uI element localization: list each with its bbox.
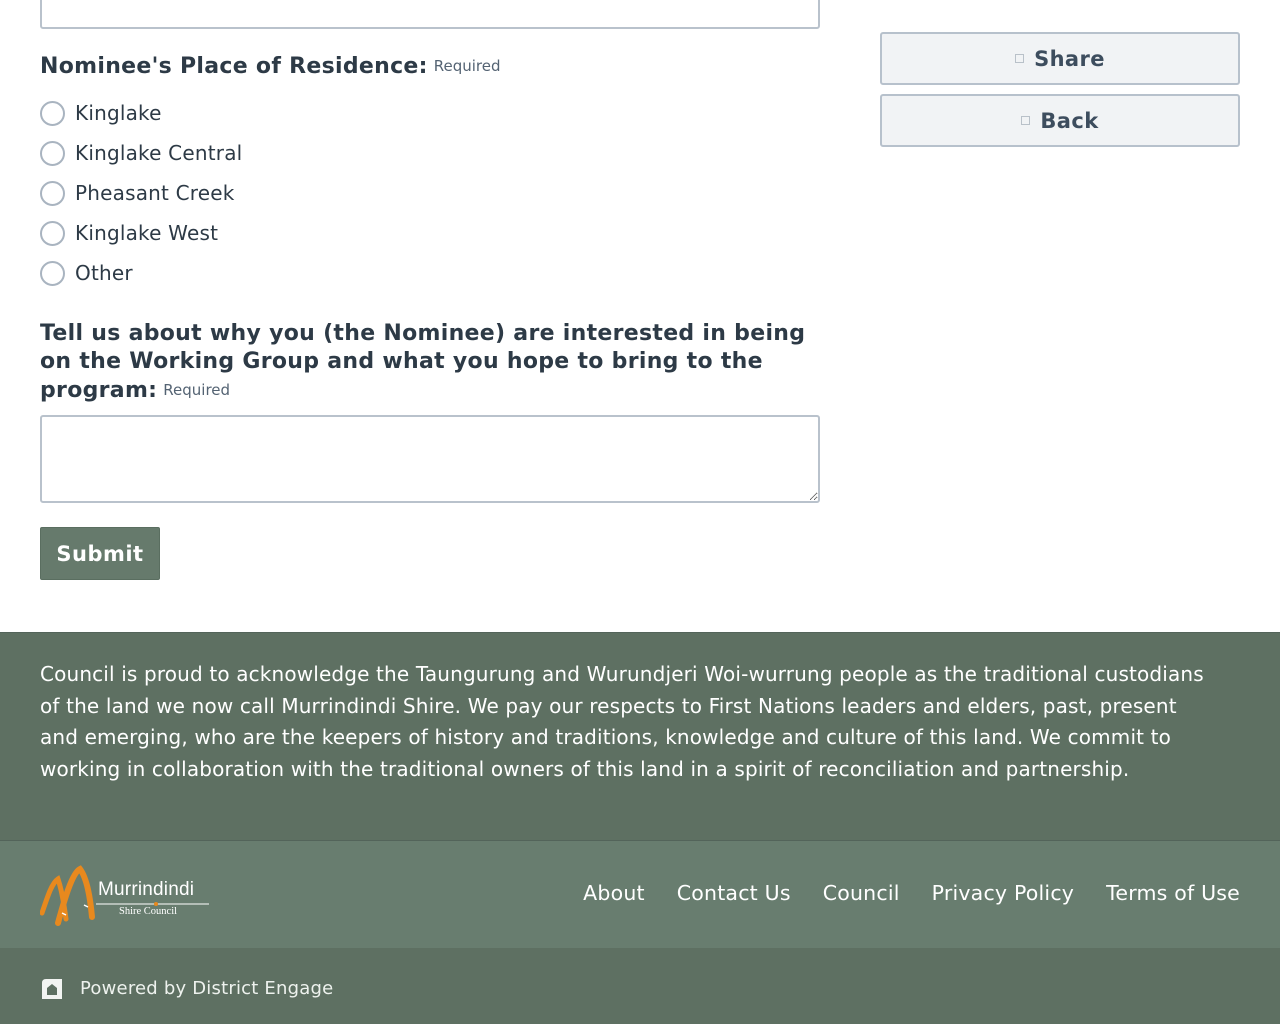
interest-question-text: Tell us about why you (the Nominee) are … bbox=[40, 321, 806, 403]
radio-label: Other bbox=[75, 261, 133, 285]
radio-option-kinglake-central[interactable]: Kinglake Central bbox=[40, 133, 820, 173]
powered-by-bar: Powered by District Engage bbox=[0, 948, 1280, 1024]
footer-link-council[interactable]: Council bbox=[823, 881, 900, 905]
district-engage-icon[interactable] bbox=[40, 977, 64, 1001]
footer-link-about[interactable]: About bbox=[583, 881, 645, 905]
back-label: Back bbox=[1040, 108, 1099, 133]
share-icon bbox=[1015, 54, 1025, 63]
back-icon bbox=[1021, 116, 1031, 125]
council-logo-mark bbox=[39, 865, 95, 926]
radio-label: Kinglake West bbox=[75, 221, 219, 245]
back-button[interactable]: Back bbox=[880, 94, 1240, 147]
radio-button[interactable] bbox=[40, 140, 65, 166]
radio-label: Kinglake Central bbox=[75, 141, 243, 165]
radio-option-other[interactable]: Other bbox=[40, 253, 820, 293]
interest-textarea[interactable] bbox=[40, 415, 820, 503]
footer-link-terms-of-use[interactable]: Terms of Use bbox=[1106, 881, 1240, 905]
required-indicator: Required bbox=[433, 57, 501, 75]
radio-button[interactable] bbox=[40, 180, 65, 206]
council-logo[interactable]: Murrindindi Shire Council bbox=[39, 865, 210, 927]
radio-button[interactable] bbox=[40, 260, 65, 286]
share-button[interactable]: Share bbox=[880, 32, 1240, 85]
footer-links: About Contact Us Council Privacy Policy … bbox=[583, 881, 1240, 905]
footer-nav: Murrindindi Shire Council About Contact … bbox=[0, 840, 1280, 948]
footer-link-privacy-policy[interactable]: Privacy Policy bbox=[932, 881, 1075, 905]
nomination-form: Nominee's Place of Residence: Required Ki… bbox=[40, 52, 820, 580]
acknowledgement-text: Council is proud to acknowledge the Taun… bbox=[40, 662, 1204, 781]
radio-label: Pheasant Creek bbox=[75, 181, 235, 205]
radio-option-pheasant-creek[interactable]: Pheasant Creek bbox=[40, 173, 820, 213]
previous-text-field[interactable] bbox=[40, 0, 820, 29]
share-label: Share bbox=[1034, 46, 1105, 71]
interest-question: Tell us about why you (the Nominee) are … bbox=[40, 320, 820, 405]
required-indicator: Required bbox=[163, 381, 231, 399]
radio-option-kinglake-west[interactable]: Kinglake West bbox=[40, 213, 820, 253]
radio-button[interactable] bbox=[40, 220, 65, 246]
radio-option-kinglake[interactable]: Kinglake bbox=[40, 93, 820, 133]
sidebar-actions: Share Back bbox=[880, 32, 1240, 156]
residence-question: Nominee's Place of Residence: Required bbox=[40, 52, 820, 81]
radio-label: Kinglake bbox=[75, 101, 162, 125]
residence-radio-group: Kinglake Kinglake Central Pheasant Creek… bbox=[40, 93, 820, 293]
radio-button[interactable] bbox=[40, 100, 65, 126]
footer-link-contact-us[interactable]: Contact Us bbox=[677, 881, 791, 905]
logo-name: Murrindindi bbox=[98, 879, 195, 900]
acknowledgement-section: Council is proud to acknowledge the Taun… bbox=[0, 632, 1280, 840]
powered-by-text[interactable]: Powered by District Engage bbox=[80, 978, 333, 999]
logo-subtitle: Shire Council bbox=[119, 906, 178, 917]
submit-button[interactable]: Submit bbox=[40, 527, 160, 580]
residence-question-text: Nominee's Place of Residence: bbox=[40, 54, 428, 79]
